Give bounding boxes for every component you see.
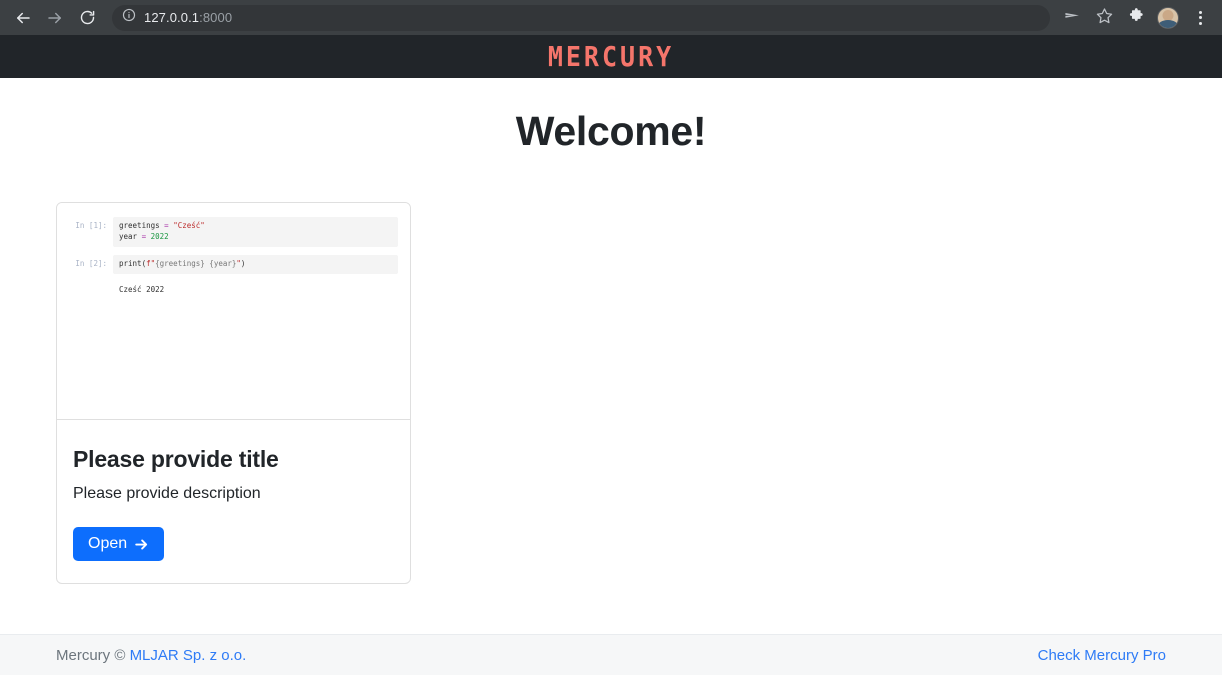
address-bar[interactable]: 127.0.0.1:8000 (112, 4, 1050, 31)
browser-menu-button[interactable] (1186, 4, 1214, 32)
bookmark-button[interactable] (1090, 4, 1118, 32)
puzzle-piece-icon (1128, 7, 1145, 29)
card-description: Please provide description (73, 485, 261, 502)
open-button[interactable]: Open (73, 527, 165, 561)
page-title: Welcome! (515, 108, 707, 154)
send-icon (1064, 7, 1081, 29)
reload-button[interactable] (72, 3, 102, 33)
url-port: :8000 (199, 10, 233, 25)
notebook-card[interactable]: In [1]: greetings = "Cześć" year = 2022 … (56, 202, 411, 584)
mercury-pro-link[interactable]: Check Mercury Pro (1038, 647, 1166, 664)
notebook-card-list: In [1]: greetings = "Cześć" year = 2022 … (0, 202, 1222, 584)
browser-action-icons (1058, 4, 1214, 32)
browser-toolbar: 127.0.0.1:8000 (0, 0, 1222, 35)
kebab-menu-icon (1198, 10, 1202, 25)
url-host: 127.0.0.1 (144, 10, 200, 25)
back-button[interactable] (8, 3, 38, 33)
notebook-cell: In [2]: print(f"{greetings} {year}") (69, 254, 398, 274)
notebook-preview: In [1]: greetings = "Cześć" year = 2022 … (57, 203, 410, 419)
forward-button[interactable] (40, 3, 70, 33)
arrow-left-icon (14, 9, 32, 27)
card-body: Please provide title Please provide desc… (57, 419, 410, 583)
card-title: Please provide title (73, 446, 279, 472)
address-bar-text: 127.0.0.1:8000 (144, 10, 232, 25)
avatar-icon (1157, 6, 1179, 29)
info-circle-icon[interactable] (122, 8, 136, 27)
cell-output-text: Cześć 2022 (119, 284, 165, 294)
arrow-right-icon (134, 537, 149, 552)
extensions-button[interactable] (1122, 4, 1150, 32)
share-button[interactable] (1058, 4, 1086, 32)
cell-prompt-label: In [2]: (75, 258, 107, 268)
cell-source-code: print(f"{greetings} {year}") (113, 254, 398, 274)
mercury-logo[interactable]: MERCURY (548, 43, 674, 71)
profile-button[interactable] (1154, 4, 1182, 32)
star-icon (1096, 7, 1113, 29)
page-footer: Mercury © MLJAR Sp. z o.o. Check Mercury… (0, 634, 1222, 675)
reload-icon (79, 9, 96, 26)
notebook-cell: In [1]: greetings = "Cześć" year = 2022 (69, 217, 398, 247)
footer-copyright-text: Mercury © (56, 646, 130, 664)
page-content: Welcome! In [1]: greetings = "Cześć" yea… (0, 78, 1222, 675)
app-navbar: MERCURY (0, 35, 1222, 78)
arrow-right-icon (46, 9, 64, 27)
footer-copyright: Mercury © MLJAR Sp. z o.o. (56, 647, 246, 664)
open-button-label: Open (88, 535, 128, 552)
mljar-link[interactable]: MLJAR Sp. z o.o. (130, 647, 247, 664)
cell-source-code: greetings = "Cześć" year = 2022 (113, 217, 398, 247)
cell-prompt-label: In [1]: (75, 221, 107, 230)
